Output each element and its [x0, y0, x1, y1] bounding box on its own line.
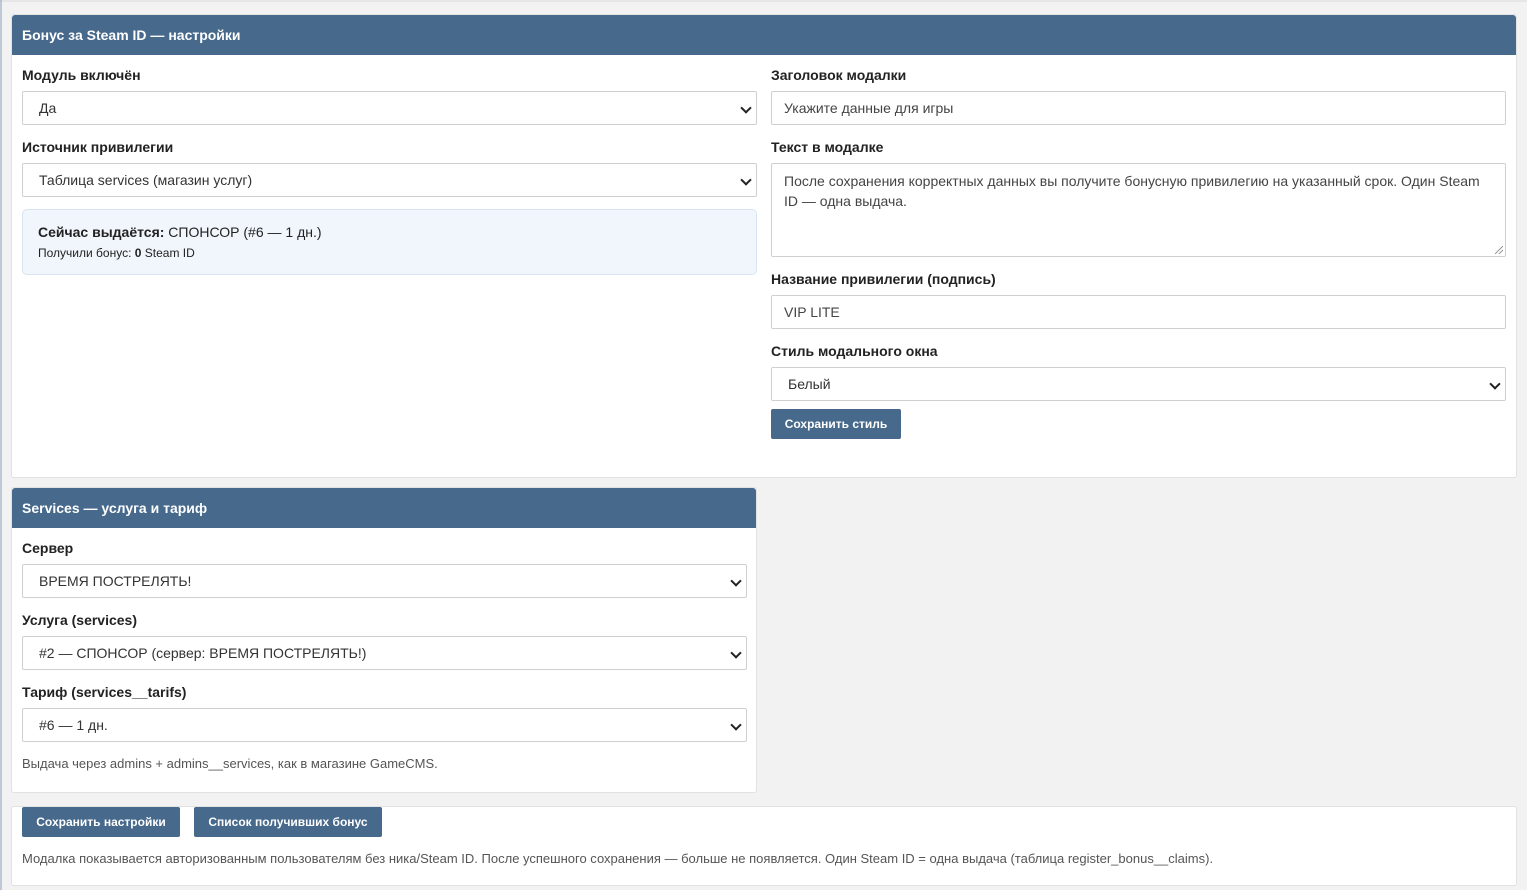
footer-note: Модалка показывается авторизованным поль… [22, 851, 1214, 866]
tariff-label: Тариф (services__tarifs) [22, 684, 187, 700]
left-edge [0, 0, 2, 890]
chevron-down-icon [1489, 378, 1501, 390]
services-panel-title: Services — услуга и тариф [12, 488, 756, 528]
server-value: ВРЕМЯ ПОСТРЕЛЯТЬ! [39, 573, 192, 589]
chevron-down-icon [740, 174, 752, 186]
modal-title-input[interactable]: Укажите данные для игры [771, 91, 1506, 125]
privilege-name-label: Название привилегии (подпись) [771, 271, 996, 287]
services-panel: Services — услуга и тариф Сервер ВРЕМЯ П… [11, 487, 757, 793]
modal-text-label: Текст в модалке [771, 139, 884, 155]
footer-panel: Сохранить настройки Список получивших бо… [11, 806, 1517, 886]
resize-grip-icon[interactable] [1495, 246, 1503, 254]
module-enabled-value: Да [39, 100, 57, 116]
settings-panel-title: Бонус за Steam ID — настройки [12, 15, 1516, 55]
service-select[interactable]: #2 — СПОНСОР (сервер: ВРЕМЯ ПОСТРЕЛЯТЬ!) [22, 636, 747, 670]
tariff-value: #6 — 1 дн. [39, 717, 108, 733]
source-select[interactable]: Таблица services (магазин услуг) [22, 163, 757, 197]
top-border [0, 0, 1527, 2]
current-prefix: Сейчас выдаётся: [38, 224, 165, 240]
modal-style-select[interactable]: Белый [771, 367, 1506, 401]
modal-title-label: Заголовок модалки [771, 67, 907, 83]
received-suffix: Steam ID [144, 246, 195, 260]
chevron-down-icon [740, 102, 752, 114]
services-note: Выдача через admins + admins__services, … [22, 756, 438, 771]
claims-list-button[interactable]: Список получивших бонус [194, 807, 382, 837]
modal-text-value: После сохранения корректных данных вы по… [784, 173, 1480, 209]
tariff-select[interactable]: #6 — 1 дн. [22, 708, 747, 742]
save-settings-button[interactable]: Сохранить настройки [22, 807, 180, 837]
module-enabled-label: Модуль включён [22, 67, 141, 83]
modal-style-value: Белый [788, 376, 831, 392]
chevron-down-icon [730, 647, 742, 659]
service-label: Услуга (services) [22, 612, 137, 628]
save-style-button[interactable]: Сохранить стиль [771, 409, 901, 439]
chevron-down-icon [730, 575, 742, 587]
settings-panel: Бонус за Steam ID — настройки Модуль вкл… [11, 14, 1517, 478]
modal-text-textarea[interactable]: После сохранения корректных данных вы по… [771, 163, 1506, 257]
current-value: СПОНСОР (#6 — 1 дн.) [168, 224, 322, 240]
privilege-name-input[interactable]: VIP LITE [771, 295, 1506, 329]
received-count: 0 [134, 246, 142, 260]
current-privilege-info: Сейчас выдаётся: СПОНСОР (#6 — 1 дн.) По… [22, 209, 757, 275]
module-enabled-select[interactable]: Да [22, 91, 757, 125]
service-value: #2 — СПОНСОР (сервер: ВРЕМЯ ПОСТРЕЛЯТЬ!) [39, 645, 367, 661]
modal-style-label: Стиль модального окна [771, 343, 938, 359]
source-label: Источник привилегии [22, 139, 174, 155]
source-value: Таблица services (магазин услуг) [39, 172, 253, 188]
server-label: Сервер [22, 540, 74, 556]
received-prefix: Получили бонус: [38, 246, 132, 260]
chevron-down-icon [730, 719, 742, 731]
server-select[interactable]: ВРЕМЯ ПОСТРЕЛЯТЬ! [22, 564, 747, 598]
